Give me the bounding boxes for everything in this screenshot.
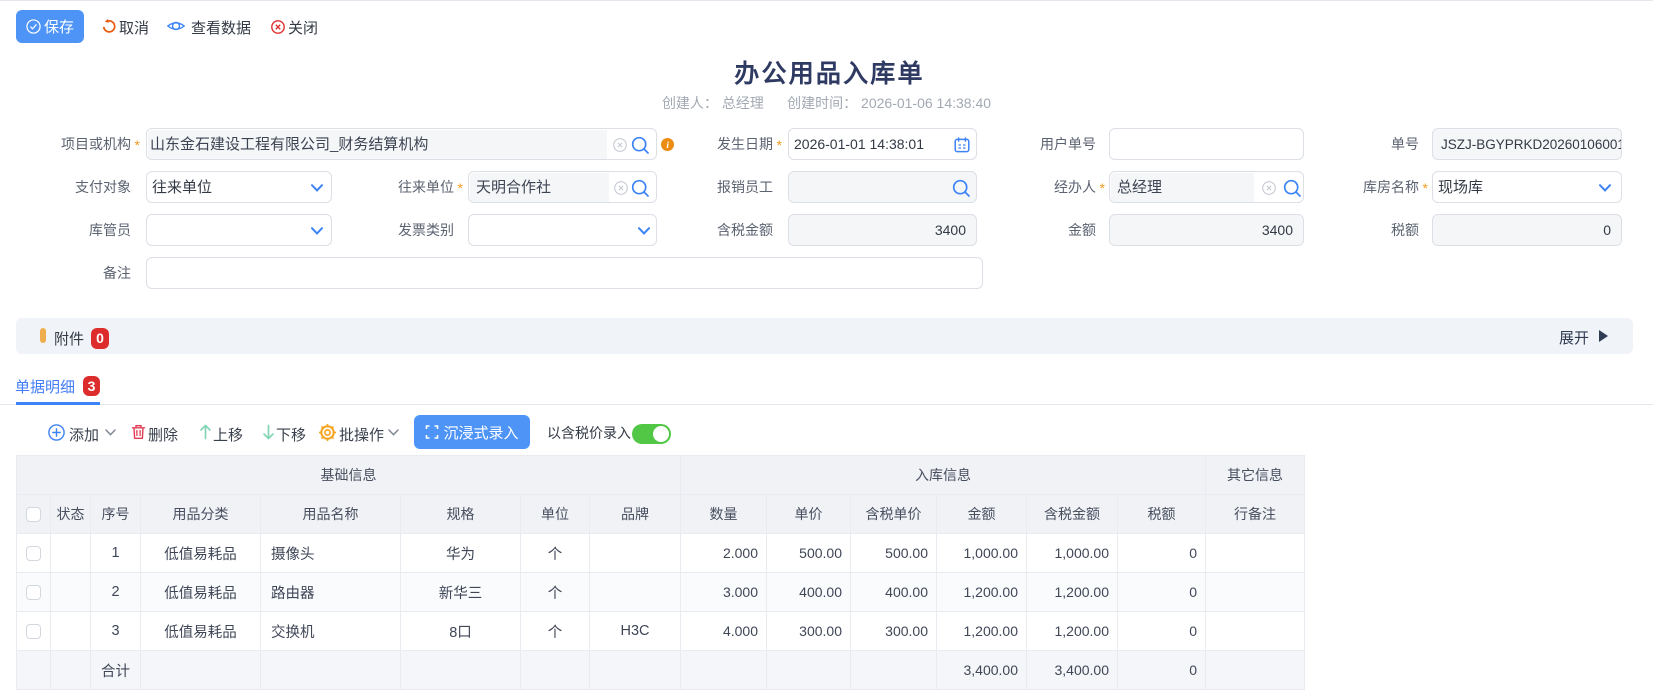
svg-text:i: i (666, 141, 669, 151)
